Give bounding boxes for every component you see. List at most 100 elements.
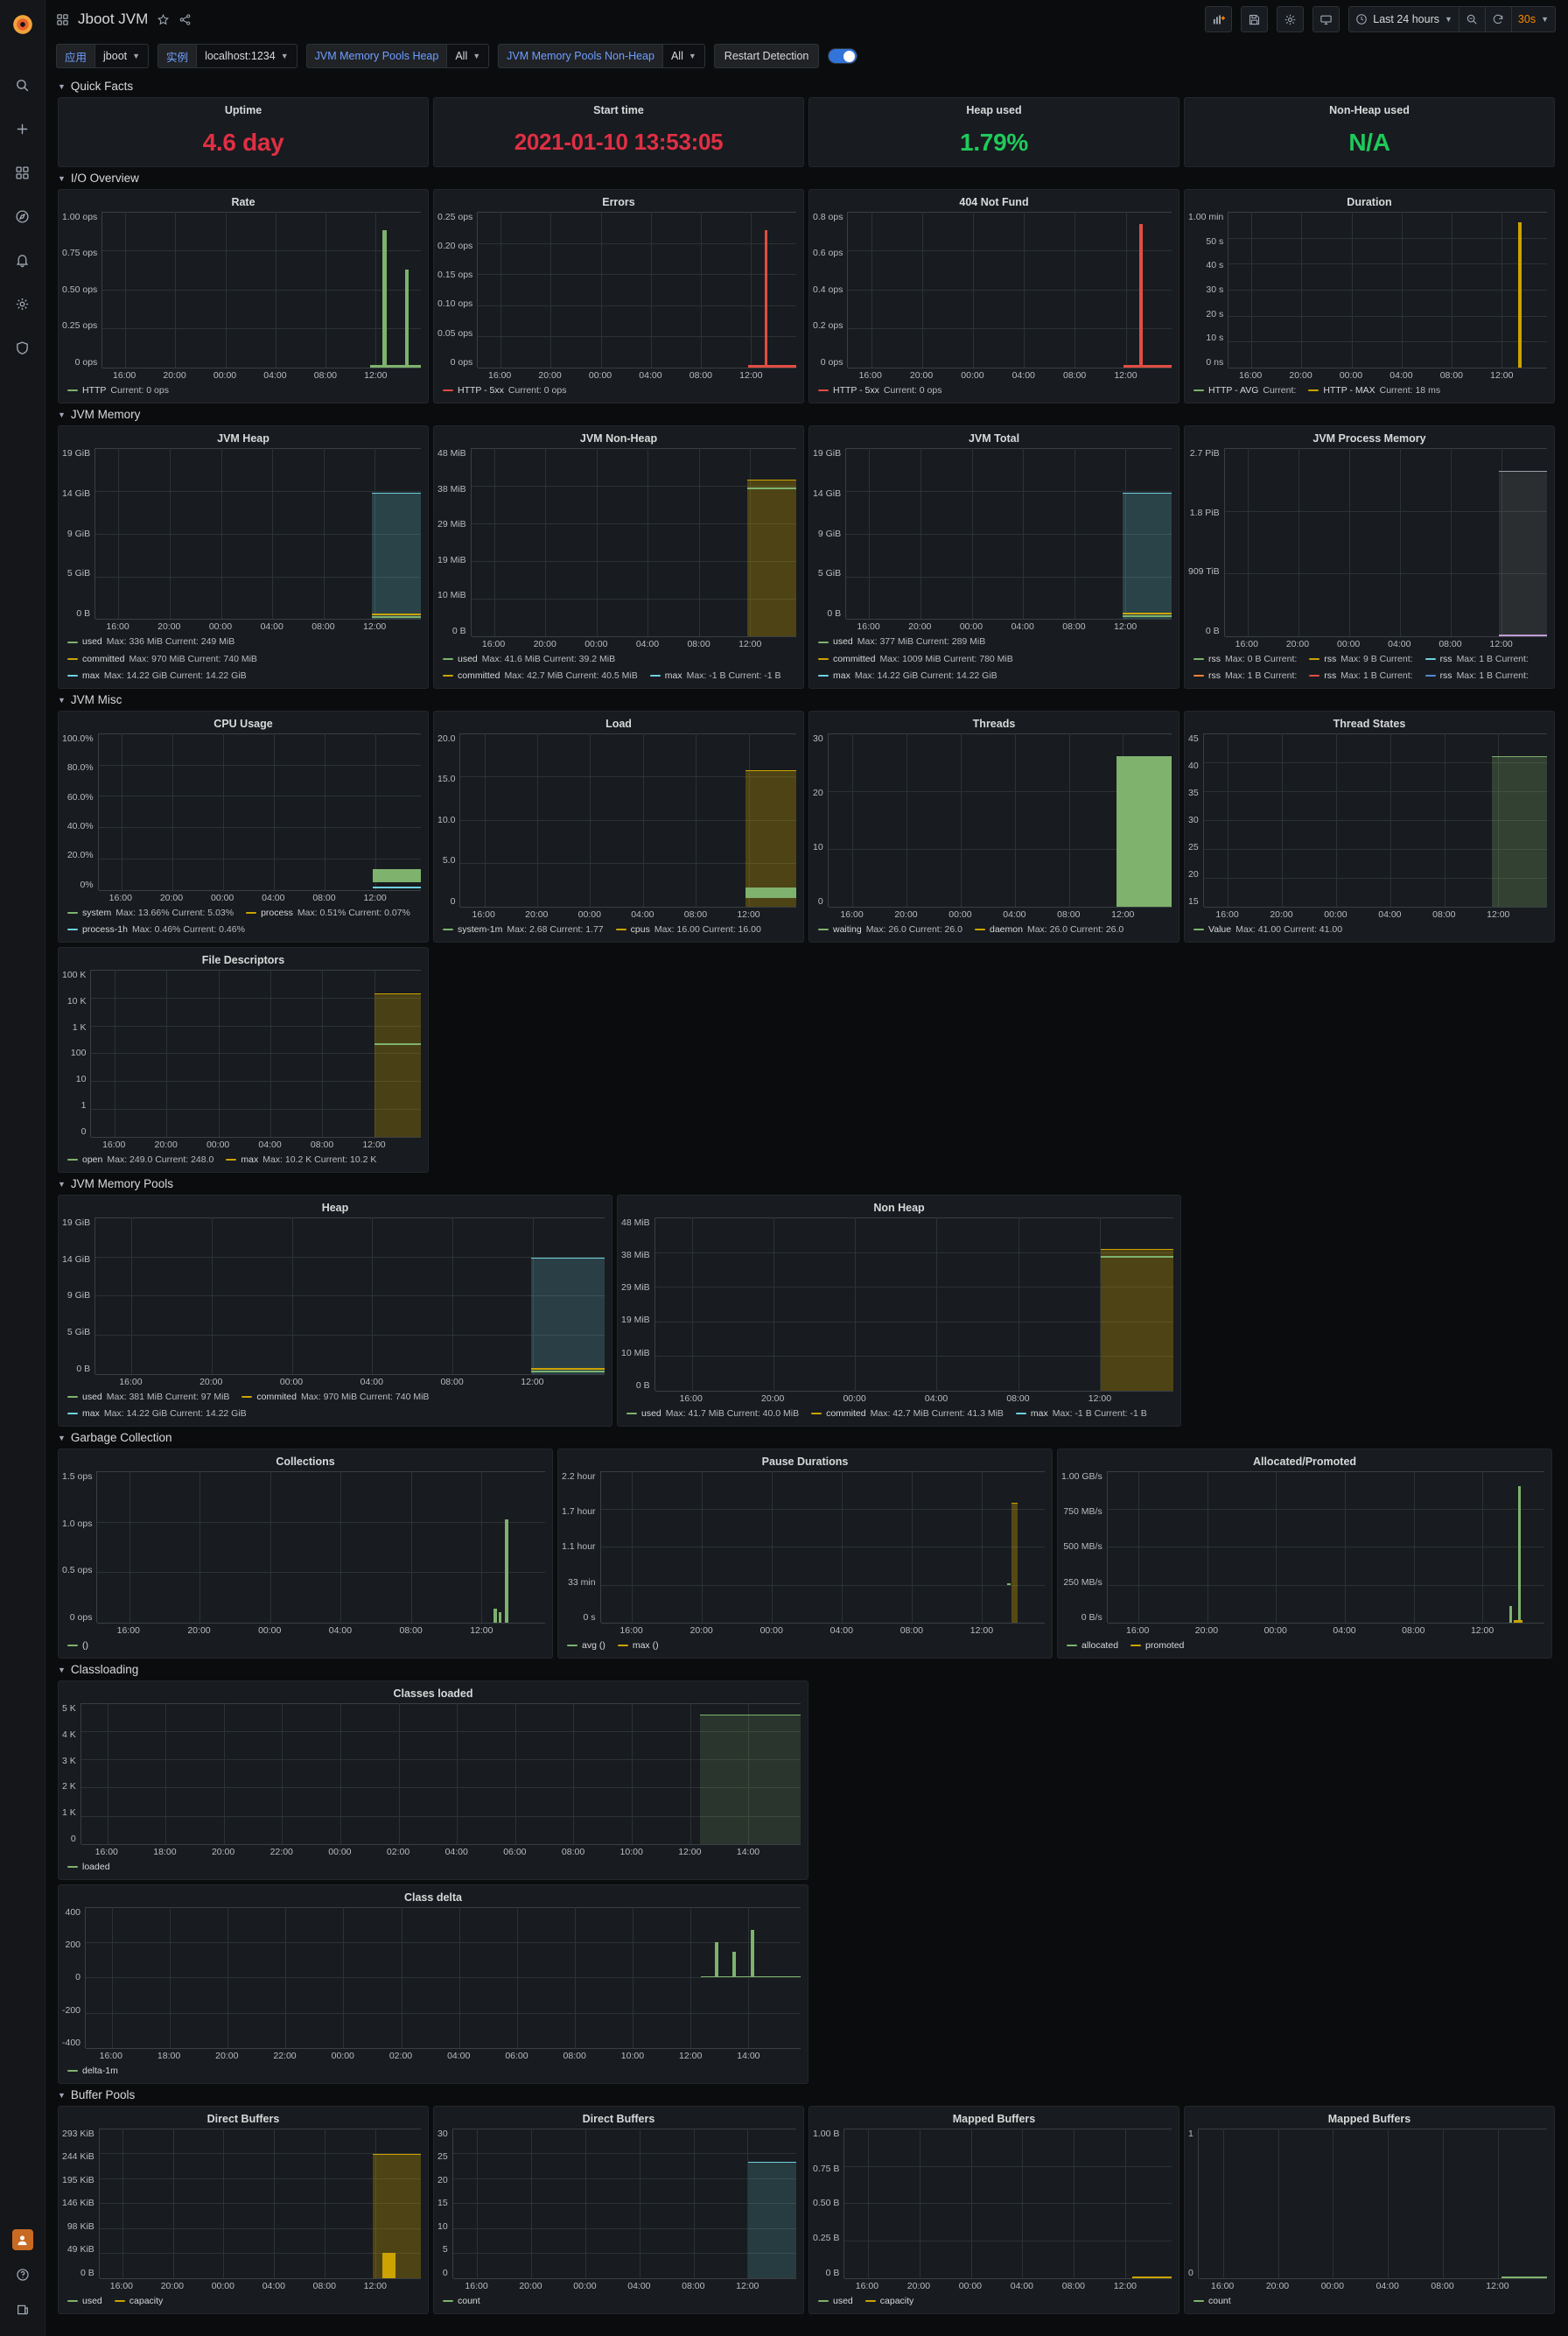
graph-panel-file-descriptors[interactable]: File Descriptors 100 K 10 K1 K 100 10 1 0 16:00…: [58, 947, 429, 1173]
legend-item[interactable]: used Max: 41.6 MiB Current: 39.2 MiB: [443, 653, 615, 666]
graph-area[interactable]: 30 20 10 0 16:00 20:00 00:00 04:00 08:00 12:00: [809, 732, 1179, 921]
legend-item[interactable]: system Max: 13.66% Current: 5.03%: [67, 907, 234, 920]
legend-item[interactable]: used: [818, 2295, 853, 2308]
legend-item[interactable]: used: [67, 2295, 102, 2308]
graph-panel-collections[interactable]: Collections 1.5 ops 1.0 ops 0.5 ops 0 ops 16:…: [58, 1449, 553, 1659]
graph-panel-direct-buffers-count[interactable]: Direct Buffers 30 25 20 15 10 5 0 16:00 20:00 00:0…: [433, 2106, 804, 2314]
legend-item[interactable]: waiting Max: 26.0 Current: 26.0: [818, 923, 962, 937]
search-icon[interactable]: [4, 63, 42, 107]
graph-area[interactable]: 5 K 4 K 3 K 2 K 1 K 0 16:00 18:00 20:00 22:00 00:0…: [59, 1701, 808, 1858]
shield-icon[interactable]: [4, 326, 42, 369]
graph-panel-jvm-process-memory[interactable]: JVM Process Memory 2.7 PiB 1.8 PiB 909 TiB 0…: [1184, 425, 1555, 689]
graph-panel-class-delta[interactable]: Class delta 400 200 0 -200 -400 16:00 18:00 20:0…: [58, 1884, 808, 2084]
graph-panel-pause-durations[interactable]: Pause Durations 2.2 hour 1.7 hour 1.1 hour 3…: [557, 1449, 1053, 1659]
legend-item[interactable]: max Max: 14.22 GiB Current: 14.22 GiB: [67, 670, 247, 683]
graph-area[interactable]: 1.5 ops 1.0 ops 0.5 ops 0 ops 16:00 20:00 00:0…: [59, 1470, 552, 1637]
graph-panel-mapped-buffers-size[interactable]: Mapped Buffers 1.00 B 0.75 B 0.50 B 0.25 B 0 …: [808, 2106, 1180, 2314]
variable-pools-heap-value[interactable]: All ▼: [446, 44, 490, 68]
graph-panel-jvm-total[interactable]: JVM Total 19 GiB 14 GiB 9 GiB 5 GiB 0 B 16:00 2…: [808, 425, 1180, 689]
graph-panel-rate[interactable]: Rate 1.00 ops 0.75 ops 0.50 ops 0.25 ops 0 op…: [58, 189, 429, 403]
legend-item[interactable]: used Max: 336 MiB Current: 249 MiB: [67, 635, 234, 649]
legend-item[interactable]: used Max: 377 MiB Current: 289 MiB: [818, 635, 985, 649]
zoom-out-time-button[interactable]: [1459, 6, 1486, 32]
tv-mode-button[interactable]: [1312, 6, 1340, 32]
legend-item[interactable]: committed Max: 970 MiB Current: 740 MiB: [67, 653, 257, 666]
section-header-jvm-misc[interactable]: ▼ JVM Misc: [46, 689, 1568, 711]
legend-item[interactable]: HTTP - AVG Current:: [1194, 384, 1296, 397]
legend-item[interactable]: cpus Max: 16.00 Current: 16.00: [615, 923, 761, 937]
legend-item[interactable]: committed Max: 1009 MiB Current: 780 MiB: [818, 653, 1013, 666]
legend-item[interactable]: system-1m Max: 2.68 Current: 1.77: [443, 923, 604, 937]
legend-item[interactable]: used Max: 41.7 MiB Current: 40.0 MiB: [626, 1407, 799, 1421]
stat-panel-nonheap-used[interactable]: Non-Heap used N/A: [1184, 97, 1555, 167]
stat-panel-heap-used[interactable]: Heap used 1.79%: [808, 97, 1180, 167]
graph-panel-pool-heap[interactable]: Heap 19 GiB 14 GiB 9 GiB 5 GiB 0 B 16:00 20:00 0…: [58, 1195, 612, 1427]
legend-item[interactable]: rss Max: 1 B Current:: [1194, 670, 1297, 683]
star-icon[interactable]: [157, 13, 170, 26]
graph-area[interactable]: 0.25 ops 0.20 ops 0.15 ops 0.10 ops 0.05 ops…: [434, 210, 803, 382]
section-header-garbage-collection[interactable]: ▼ Garbage Collection: [46, 1427, 1568, 1449]
graph-panel-direct-buffers-size[interactable]: Direct Buffers 293 KiB 244 KiB 195 KiB 146 K…: [58, 2106, 429, 2314]
graph-area[interactable]: 19 GiB 14 GiB 9 GiB 5 GiB 0 B 16:00 20:00 00:00…: [809, 446, 1179, 633]
legend-item[interactable]: count: [1194, 2295, 1231, 2308]
legend-item[interactable]: daemon Max: 26.0 Current: 26.0: [975, 923, 1124, 937]
legend-item[interactable]: rss Max: 0 B Current:: [1194, 653, 1297, 666]
time-range-picker[interactable]: Last 24 hours ▼: [1348, 6, 1460, 32]
legend-item[interactable]: committed Max: 42.7 MiB Current: 40.5 MiB: [443, 670, 638, 683]
share-icon[interactable]: [178, 13, 192, 26]
graph-panel-allocated-promoted[interactable]: Allocated/Promoted 1.00 GB/s 750 MB/s 500 M…: [1057, 1449, 1552, 1659]
alerting-icon[interactable]: [4, 238, 42, 282]
legend-item[interactable]: capacity: [864, 2295, 914, 2308]
plus-icon[interactable]: [4, 107, 42, 151]
legend-item[interactable]: rss Max: 1 B Current:: [1424, 653, 1529, 666]
explore-icon[interactable]: [4, 194, 42, 238]
graph-area[interactable]: 2.7 PiB 1.8 PiB 909 TiB 0 B 16:00 20:00 00:00 0…: [1185, 446, 1554, 650]
graph-panel-load[interactable]: Load 20.0 15.0 10.0 5.0 0 16:00 20:00 00:00 04:00…: [433, 711, 804, 943]
refresh-button[interactable]: [1485, 6, 1512, 32]
graph-area[interactable]: 45 40 35 30 25 20 15 16:00 20:00 00:00 04:00 08:00 1…: [1185, 732, 1554, 921]
help-icon[interactable]: [4, 2257, 42, 2292]
legend-item[interactable]: HTTP - 5xx Current: 0 ops: [443, 384, 566, 397]
graph-area[interactable]: 1.00 B 0.75 B 0.50 B 0.25 B 0 B 16:00 20:00 00:…: [809, 2127, 1179, 2292]
legend-item[interactable]: process-1h Max: 0.46% Current: 0.46%: [67, 923, 245, 937]
legend-item[interactable]: commited Max: 970 MiB Current: 740 MiB: [242, 1391, 429, 1404]
graph-area[interactable]: 48 MiB 38 MiB 29 MiB 19 MiB 10 MiB 0 B 16:00 20…: [618, 1216, 1180, 1405]
graph-panel-mapped-buffers-count[interactable]: Mapped Buffers 1 0 16:00 20:00 00:00 04:00 08:0…: [1184, 2106, 1555, 2314]
graph-panel-cpu-usage[interactable]: CPU Usage 100.0% 80.0% 60.0% 40.0% 20.0% 0% 16:…: [58, 711, 429, 943]
legend-item[interactable]: process Max: 0.51% Current: 0.07%: [246, 907, 410, 920]
avatar[interactable]: [4, 2222, 42, 2257]
graph-area[interactable]: 293 KiB 244 KiB 195 KiB 146 KiB 98 KiB 49 KiB…: [59, 2127, 428, 2292]
section-header-io-overview[interactable]: ▼ I/O Overview: [46, 167, 1568, 189]
graph-area[interactable]: 30 25 20 15 10 5 0 16:00 20:00 00:00 04:00 08:00 12:…: [434, 2127, 803, 2292]
configuration-icon[interactable]: [4, 282, 42, 326]
legend-item[interactable]: used Max: 381 MiB Current: 97 MiB: [67, 1391, 229, 1404]
legend-item[interactable]: HTTP - 5xx Current: 0 ops: [818, 384, 942, 397]
graph-area[interactable]: 48 MiB 38 MiB 29 MiB 19 MiB 10 MiB 0 B 16:00 20…: [434, 446, 803, 650]
legend-item[interactable]: Value Max: 41.00 Current: 41.00: [1194, 923, 1342, 937]
section-header-buffer-pools[interactable]: ▼ Buffer Pools: [46, 2084, 1568, 2106]
variable-app-value[interactable]: jboot ▼: [94, 44, 150, 68]
graph-panel-thread-states[interactable]: Thread States 45 40 35 30 25 20 15 16:00 20:00 00:…: [1184, 711, 1555, 943]
legend-item[interactable]: max Max: 14.22 GiB Current: 14.22 GiB: [67, 1407, 247, 1421]
refresh-interval-picker[interactable]: 30s ▼: [1511, 6, 1556, 32]
legend-item[interactable]: capacity: [114, 2295, 163, 2308]
stat-panel-start-time[interactable]: Start time 2021-01-10 13:53:05: [433, 97, 804, 167]
legend-item[interactable]: count: [443, 2295, 480, 2308]
graph-panel-pool-non-heap[interactable]: Non Heap 48 MiB 38 MiB 29 MiB 19 MiB 10 MiB 0 …: [617, 1195, 1181, 1427]
graph-area[interactable]: 1 0 16:00 20:00 00:00 04:00 08:00 12:00: [1185, 2127, 1554, 2292]
graph-area[interactable]: 400 200 0 -200 -400 16:00 18:00 20:00 22:00 00:00…: [59, 1905, 808, 2062]
graph-area[interactable]: 1.00 ops 0.75 ops 0.50 ops 0.25 ops 0 ops 16:…: [59, 210, 428, 382]
variable-instance-value[interactable]: localhost:1234 ▼: [196, 44, 298, 68]
legend-item[interactable]: commited Max: 42.7 MiB Current: 41.3 MiB: [811, 1407, 1004, 1421]
legend-item[interactable]: rss Max: 1 B Current:: [1424, 670, 1529, 683]
section-header-classloading[interactable]: ▼ Classloading: [46, 1659, 1568, 1680]
legend-item[interactable]: (): [67, 1639, 88, 1652]
legend-item[interactable]: max Max: 10.2 K Current: 10.2 K: [226, 1154, 376, 1167]
graph-panel-jvm-non-heap[interactable]: JVM Non-Heap 48 MiB 38 MiB 29 MiB 19 MiB 10 M…: [433, 425, 804, 689]
legend-item[interactable]: max Max: -1 B Current: -1 B: [649, 670, 781, 683]
save-dashboard-button[interactable]: [1241, 6, 1269, 32]
legend-item[interactable]: loaded: [67, 1861, 110, 1874]
graph-panel-404-not-fund[interactable]: 404 Not Fund 0.8 ops 0.6 ops 0.4 ops 0.2 ops…: [808, 189, 1180, 403]
graph-area[interactable]: 2.2 hour 1.7 hour 1.1 hour 33 min 0 s 16:00 20…: [558, 1470, 1052, 1637]
legend-item[interactable]: allocated: [1067, 1639, 1118, 1652]
